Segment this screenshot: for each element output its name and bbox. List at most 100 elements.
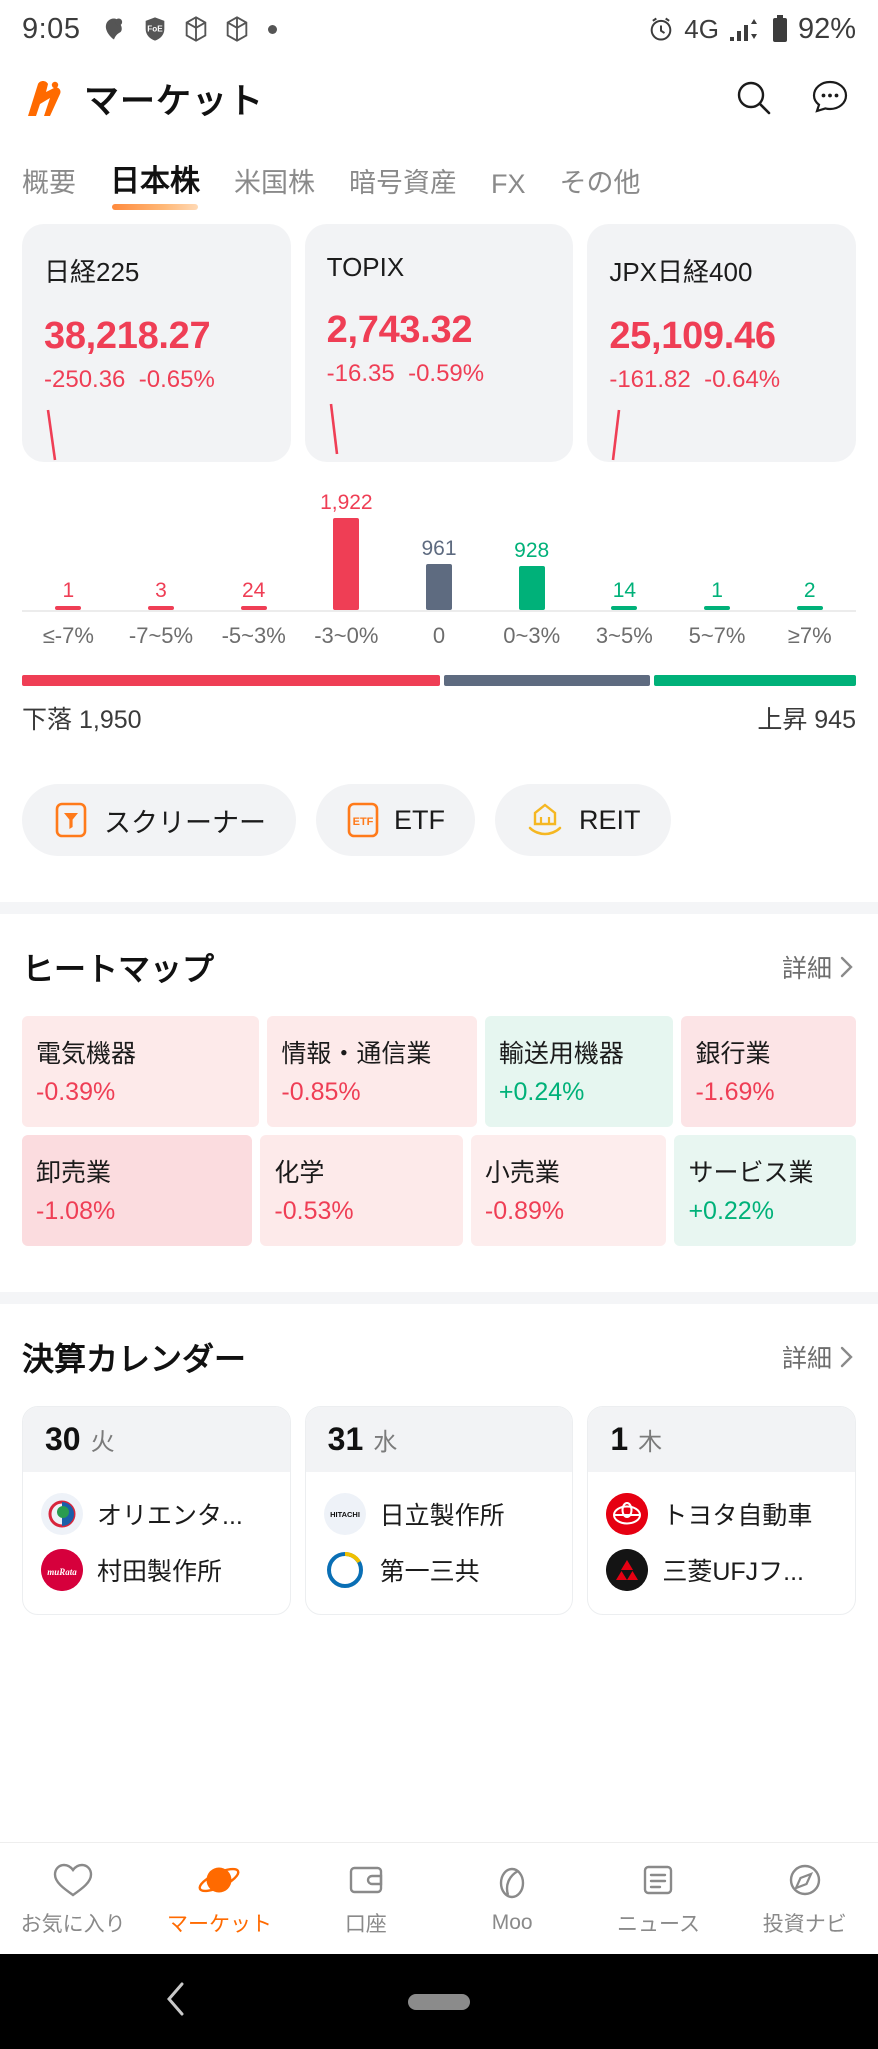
histogram-bar-rect — [704, 606, 731, 610]
calendar-day-number: 31 — [327, 1421, 364, 1457]
heatmap-sector-change: -0.89% — [484, 1197, 565, 1225]
wallet-icon — [349, 1866, 383, 1893]
histogram-bar-rect — [148, 606, 174, 610]
market-breadth: 下落 1,950 上昇 945 — [0, 649, 878, 736]
search-icon[interactable] — [730, 74, 778, 122]
daiichi-sankyo-logo — [324, 1549, 366, 1591]
nav-invest-navi[interactable]: 投資ナビ — [732, 1860, 878, 1938]
list-item[interactable]: muRata 村田製作所 — [41, 1542, 272, 1598]
list-item[interactable]: トヨタ自動車 — [606, 1486, 837, 1542]
hitachi-logo: HITACHI — [323, 1493, 366, 1535]
tab-fx[interactable]: FX — [491, 169, 526, 210]
calendar-header: 決算カレンダー 詳細 — [0, 1304, 878, 1380]
breadth-segment-flat — [443, 675, 650, 686]
heatmap-sector-change: +0.22% — [688, 1197, 774, 1225]
tab-us-stocks[interactable]: 米国株 — [234, 161, 315, 210]
index-change-pct: -0.64% — [704, 366, 781, 393]
toyota-logo — [606, 1493, 649, 1535]
histogram-x-label: -5~3% — [221, 623, 286, 648]
histogram-bar: 1 — [22, 488, 115, 610]
heatmap-sector-name: 卸売業 — [36, 1159, 112, 1187]
breadth-down: 下落 1,950 — [22, 700, 142, 736]
index-card[interactable]: 日経225 38,218.27 -250.36 -0.65% — [22, 224, 291, 462]
histogram-x-label: -7~5% — [128, 623, 194, 648]
chevron-right-icon — [840, 1346, 853, 1368]
calendar-day-header: 31 水 — [305, 1407, 573, 1472]
heatmap-sector-change: -1.08% — [36, 1197, 116, 1225]
histogram-bar-rect — [426, 564, 453, 610]
heatmap-cell[interactable]: 情報・通信業 -0.85% — [267, 1016, 477, 1127]
nav-market[interactable]: マーケット — [146, 1860, 292, 1938]
chat-more-icon[interactable] — [806, 74, 854, 122]
reit-button[interactable]: REIT — [495, 784, 671, 856]
index-change-pct: -0.59% — [408, 360, 485, 387]
nav-favorites[interactable]: お気に入り — [0, 1860, 146, 1938]
calendar-company-list: オリエンタ... muRata 村田製作所 — [23, 1472, 290, 1614]
header-actions — [730, 74, 854, 122]
list-item[interactable]: 三菱UFJフ... — [606, 1542, 837, 1598]
nav-label: 口座 — [344, 1912, 387, 1936]
etf-button[interactable]: ETF ETF — [316, 784, 475, 856]
histogram-bar-rect — [55, 606, 82, 610]
back-chevron-icon[interactable] — [160, 1978, 192, 2025]
heatmap-cell[interactable]: 卸売業 -1.08% — [22, 1135, 253, 1246]
calendar-day-of-week: 水 — [373, 1429, 398, 1456]
tab-japan-stocks[interactable]: 日本株 — [110, 156, 200, 210]
nav-label: ニュース — [617, 1912, 700, 1936]
heatmap-sector-name: 化学 — [274, 1159, 325, 1187]
histogram-x-label: 0~3% — [503, 623, 561, 648]
histogram-bar: 961 — [393, 488, 486, 610]
heatmap-cell[interactable]: サービス業 +0.22% — [674, 1135, 856, 1246]
signal-icon — [729, 19, 757, 41]
list-item[interactable]: HITACHI 日立製作所 — [323, 1486, 555, 1542]
heatmap-sector-change: -0.39% — [36, 1078, 116, 1106]
list-item[interactable]: 第一三共 — [324, 1542, 555, 1598]
company-name: トヨタ自動車 — [662, 1502, 813, 1530]
calendar-day-number: 1 — [610, 1421, 629, 1457]
histogram-bar-value: 961 — [421, 537, 457, 560]
app-header: マーケット — [0, 58, 878, 138]
index-cards: 日経225 38,218.27 -250.36 -0.65% TOPIX 2,7… — [0, 210, 878, 462]
nav-news[interactable]: ニュース — [585, 1860, 731, 1938]
heatmap-cell[interactable]: 電気機器 -0.39% — [22, 1016, 260, 1127]
company-name: 村田製作所 — [97, 1558, 223, 1586]
heatmap-sector-name: 銀行業 — [695, 1040, 771, 1068]
heart-icon — [53, 1863, 93, 1896]
calendar-more-button[interactable]: 詳細 — [782, 1339, 856, 1375]
planet-icon — [199, 1867, 240, 1892]
battery-percent: 92% — [797, 12, 856, 45]
heatmap-more-button[interactable]: 詳細 — [782, 949, 856, 985]
heatmap-cell[interactable]: 銀行業 -1.69% — [681, 1016, 857, 1127]
brand: マーケット — [24, 73, 264, 124]
tab-crypto[interactable]: 暗号資産 — [349, 161, 457, 210]
nav-label: 投資ナビ — [762, 1912, 847, 1936]
dot-icon — [268, 24, 278, 34]
calendar-day-card[interactable]: 1 木 トヨタ自動車 三菱UFJフ... — [587, 1406, 857, 1615]
svg-text:muRata: muRata — [47, 1567, 77, 1577]
screener-button[interactable]: スクリーナー — [22, 784, 296, 856]
nav-account[interactable]: 口座 — [293, 1860, 439, 1938]
calendar-day-card[interactable]: 30 火 オリエンタ... muRata 村田製作所 — [22, 1406, 291, 1615]
index-card[interactable]: JPX日経400 25,109.46 -161.82 -0.64% — [587, 224, 857, 462]
home-pill-icon[interactable] — [408, 1993, 470, 2010]
histogram-x-label: ≤-7% — [42, 623, 94, 648]
histogram-bar-value: 24 — [242, 579, 266, 602]
heatmap-cell[interactable]: 輸送用機器 +0.24% — [484, 1016, 674, 1127]
list-item[interactable]: オリエンタ... — [41, 1486, 272, 1542]
index-sparkline — [329, 403, 338, 455]
nav-moo[interactable]: Moo — [439, 1863, 585, 1935]
histogram-bar-value: 1,922 — [320, 491, 373, 514]
heatmap-cell[interactable]: 小売業 -0.89% — [470, 1135, 667, 1246]
moomoo-bull-logo — [28, 81, 61, 116]
histogram-bar-value: 928 — [514, 539, 550, 562]
breadth-legend: 下落 1,950 上昇 945 — [22, 700, 856, 736]
heatmap-cell[interactable]: 化学 -0.53% — [260, 1135, 463, 1246]
index-card[interactable]: TOPIX 2,743.32 -16.35 -0.59% — [304, 224, 574, 462]
tab-gaiyou[interactable]: 概要 — [22, 161, 76, 210]
heatmap-more-label: 詳細 — [781, 955, 832, 983]
tab-others[interactable]: その他 — [560, 161, 641, 210]
index-value: 38,218.27 — [44, 315, 211, 357]
breadth-segment-down — [22, 675, 440, 686]
app-screen: 9:05 FoE 4G 92% マーケット 概要 日本株 米国株 暗号資産 FX… — [0, 0, 878, 2049]
calendar-day-card[interactable]: 31 水 HITACHI 日立製作所 第一三共 — [304, 1406, 574, 1615]
